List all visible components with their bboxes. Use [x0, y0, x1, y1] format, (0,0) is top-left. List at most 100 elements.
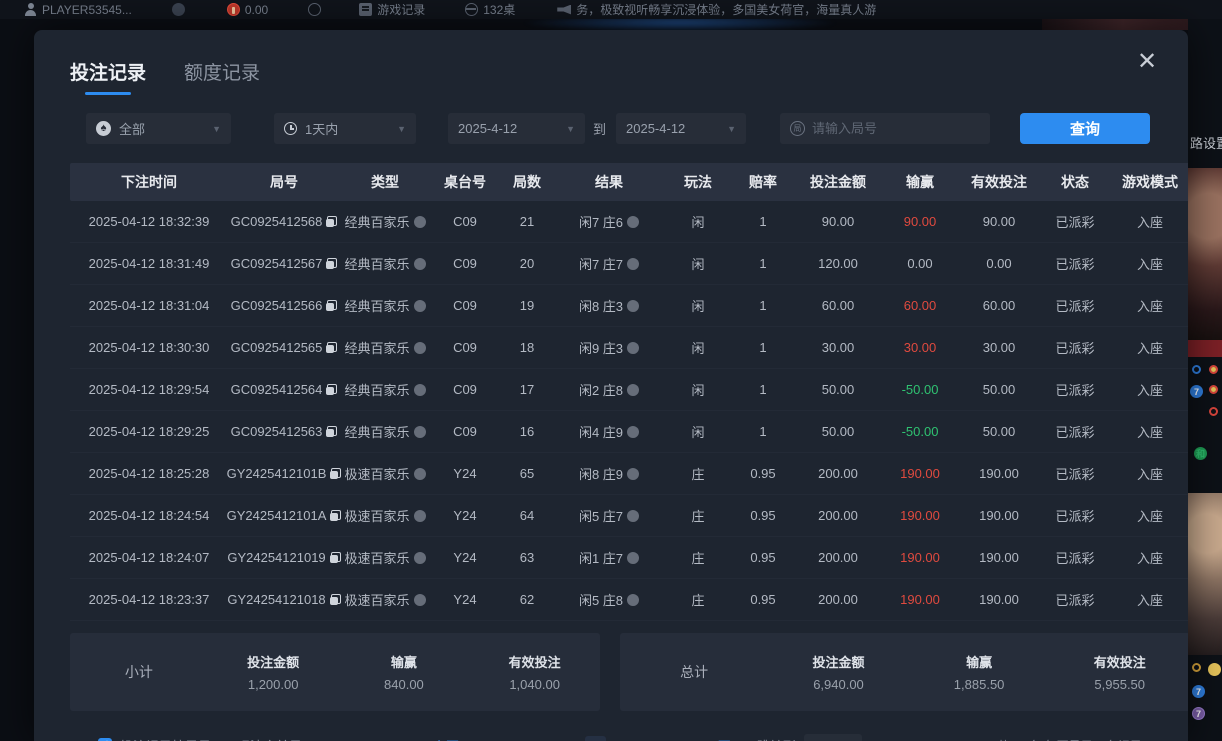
query-button[interactable]: 查询 [1020, 113, 1150, 144]
round-icon: 局 [790, 121, 805, 136]
cell-round-no: 64 [500, 508, 554, 523]
cell-game-type: 极速百家乐 [340, 506, 430, 525]
date-to-value: 2025-4-12 [626, 121, 685, 136]
table-row: 2025-04-12 18:23:37GY24254121018极速百家乐Y24… [70, 579, 1188, 621]
cell-play: 庄 [664, 506, 732, 525]
cell-bet-amount: 200.00 [794, 466, 882, 481]
copy-icon[interactable] [330, 468, 341, 479]
copy-icon[interactable] [326, 426, 337, 437]
cell-result: 闲9 庄3 [554, 338, 664, 357]
close-icon[interactable]: ✕ [1134, 50, 1160, 76]
video-icon[interactable] [414, 510, 426, 522]
info-icon[interactable] [627, 426, 639, 438]
column-header: 赔率 [732, 172, 794, 192]
road-dot-red [1209, 385, 1218, 394]
background-right-sliver: 路设置 7 和 7 7 [1188, 19, 1222, 741]
cell-winloss: -50.00 [882, 424, 958, 439]
copy-icon[interactable] [326, 300, 337, 311]
video-icon[interactable] [414, 552, 426, 564]
cell-round-no: 63 [500, 550, 554, 565]
page-number-8[interactable]: 8 [585, 736, 606, 741]
cell-result: 闲7 庄7 [554, 254, 664, 273]
info-icon[interactable] [627, 552, 639, 564]
page-number-11[interactable]: 11 [677, 738, 691, 741]
result-text: 闲7 庄6 [579, 212, 623, 231]
page-number-7[interactable]: 7 [557, 738, 571, 741]
tables-count[interactable]: 132桌 [465, 1, 515, 18]
refresh-button[interactable] [308, 3, 321, 16]
summary-bars: 小计 投注金额 1,200.00 输赢 840.00 有效投注 1,040.00… [70, 633, 1188, 711]
cell-valid-bet: 30.00 [958, 340, 1040, 355]
info-icon[interactable] [627, 258, 639, 270]
game-type-text: 经典百家乐 [344, 296, 409, 315]
cell-play: 闲 [664, 338, 732, 357]
video-icon[interactable] [414, 342, 426, 354]
game-type-select[interactable]: ♠ 全部 ▼ [86, 113, 231, 144]
cell-game-id: GY24254121019 [228, 550, 340, 565]
date-to-picker[interactable]: 2025-4-12 ▼ [616, 113, 746, 144]
tab-quota-records[interactable]: 额度记录 [184, 58, 260, 95]
cell-bet-time: 2025-04-12 18:23:37 [70, 592, 228, 607]
copy-icon[interactable] [330, 552, 341, 563]
cell-result: 闲4 庄9 [554, 422, 664, 441]
video-icon[interactable] [414, 300, 426, 312]
player-account[interactable]: PLAYER53545... [24, 3, 132, 17]
video-icon[interactable] [414, 594, 426, 606]
copy-icon[interactable] [330, 510, 341, 521]
copy-icon[interactable] [326, 216, 337, 227]
video-icon[interactable] [414, 384, 426, 396]
info-icon[interactable] [627, 594, 639, 606]
round-search-input[interactable] [812, 121, 980, 136]
page-number-9[interactable]: 9 [620, 738, 634, 741]
info-icon[interactable] [627, 342, 639, 354]
info-icon[interactable] [627, 468, 639, 480]
info-icon[interactable] [627, 384, 639, 396]
video-icon[interactable] [414, 258, 426, 270]
cell-status: 已派彩 [1040, 254, 1110, 273]
cell-bet-amount: 90.00 [794, 214, 882, 229]
cell-table-no: C09 [430, 340, 500, 355]
cell-bet-time: 2025-04-12 18:32:39 [70, 214, 228, 229]
time-range-select[interactable]: 1天内 ▼ [274, 113, 416, 144]
copy-icon[interactable] [330, 594, 341, 605]
cell-game-type: 极速百家乐 [340, 548, 430, 567]
info-icon[interactable] [627, 300, 639, 312]
cell-odds: 1 [732, 424, 794, 439]
copy-icon[interactable] [326, 258, 337, 269]
player-name: PLAYER53545... [42, 3, 132, 17]
cell-table-no: C09 [430, 424, 500, 439]
prev-page-button[interactable]: 上页 [433, 736, 459, 741]
page-number-6[interactable]: 6 [529, 738, 543, 741]
page-number-1[interactable]: 1 [473, 738, 487, 741]
page-number-10[interactable]: 10 [648, 738, 662, 741]
cell-odds: 1 [732, 256, 794, 271]
cell-winloss: 190.00 [882, 508, 958, 523]
copy-icon[interactable] [326, 342, 337, 353]
info-icon[interactable] [627, 216, 639, 228]
tab-betting-records[interactable]: 投注记录 [70, 58, 146, 95]
video-icon[interactable] [414, 426, 426, 438]
copy-icon[interactable] [326, 384, 337, 395]
game-id-text: GY24254121019 [227, 550, 325, 565]
cell-game-type: 经典百家乐 [340, 254, 430, 273]
service-button[interactable] [172, 3, 185, 16]
game-records-button[interactable]: 游戏记录 [359, 1, 425, 18]
cell-bet-amount: 50.00 [794, 382, 882, 397]
cell-game-type: 经典百家乐 [340, 380, 430, 399]
video-icon[interactable] [414, 468, 426, 480]
info-icon[interactable] [627, 510, 639, 522]
date-from-picker[interactable]: 2025-4-12 ▼ [448, 113, 585, 144]
subtotal-bet: 投注金额 1,200.00 [208, 652, 339, 692]
dealer-video-thumbnail-1[interactable] [1188, 168, 1222, 340]
video-icon[interactable] [414, 216, 426, 228]
jump-page-input[interactable] [804, 734, 862, 741]
modal-footer: ✓ 投注记录按局显示，玩法合并显示 上页1...67891011下页 跳转到 共… [34, 725, 1188, 741]
cell-game-mode: 入座 [1110, 548, 1188, 567]
service-icon [172, 3, 185, 16]
road-dot-red [1209, 407, 1218, 416]
total-valid: 有效投注 5,955.50 [1049, 652, 1188, 692]
game-id-text: GC0925412564 [231, 382, 323, 397]
road-settings-label[interactable]: 路设置 [1190, 133, 1222, 152]
dealer-video-thumbnail-2[interactable] [1188, 493, 1222, 655]
next-page-button[interactable]: 下页 [705, 736, 731, 741]
